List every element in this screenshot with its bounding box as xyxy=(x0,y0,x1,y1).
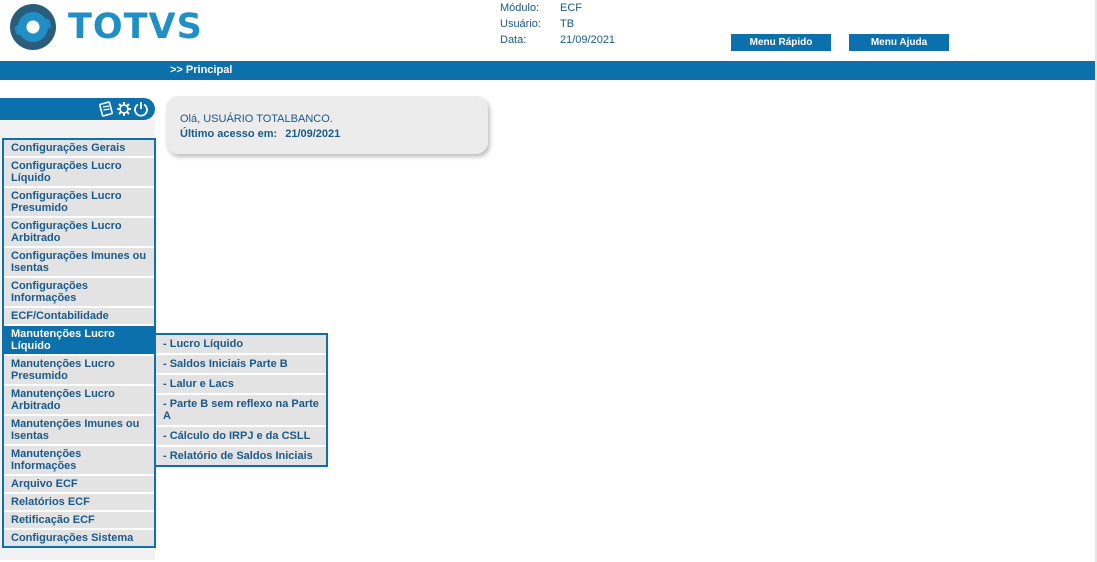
session-info: Módulo: ECF Usuário: TB Data: 21/09/2021 xyxy=(500,0,615,48)
sidebar-item-configuracoes-sistema[interactable]: Configurações Sistema xyxy=(4,530,154,546)
totvs-logo: TOTVS xyxy=(10,4,203,50)
modulo-label: Módulo: xyxy=(500,2,540,14)
last-access-label: Último acesso em: xyxy=(180,128,278,140)
gear-icon[interactable] xyxy=(116,101,131,117)
usuario-value: TB xyxy=(560,18,575,30)
sidebar-item-configuracoes-lucro-liquido[interactable]: Configurações Lucro Líquido xyxy=(4,158,154,188)
sidebar-item-configuracoes-imunes-isentas[interactable]: Configurações Imunes ou Isentas xyxy=(4,248,154,278)
notes-icon[interactable] xyxy=(99,101,113,117)
data-value: 21/09/2021 xyxy=(560,34,616,46)
sidebar-item-manutencoes-imunes-isentas[interactable]: Manutenções Imunes ou Isentas xyxy=(4,416,154,446)
sidebar-item-configuracoes-lucro-arbitrado[interactable]: Configurações Lucro Arbitrado xyxy=(4,218,154,248)
sidebar-item-configuracoes-lucro-presumido[interactable]: Configurações Lucro Presumido xyxy=(4,188,154,218)
totvs-logo-icon xyxy=(10,4,56,50)
sidebar-menu: Configurações Gerais Configurações Lucro… xyxy=(2,138,156,548)
submenu-item-relatorio-saldos-iniciais[interactable]: - Relatório de Saldos Iniciais xyxy=(156,447,326,465)
power-icon[interactable] xyxy=(133,101,148,117)
breadcrumb[interactable]: >> Principal xyxy=(170,61,232,80)
menu-rapido-button[interactable]: Menu Rápido xyxy=(731,34,831,51)
sidebar-item-manutencoes-lucro-arbitrado[interactable]: Manutenções Lucro Arbitrado xyxy=(4,386,154,416)
sidebar-item-manutencoes-lucro-presumido[interactable]: Manutenções Lucro Presumido xyxy=(4,356,154,386)
welcome-card: Olá, USUÁRIO TOTALBANCO. Último acesso e… xyxy=(166,96,488,154)
sidebar-item-retificacao-ecf[interactable]: Retificação ECF xyxy=(4,512,154,530)
modulo-value: ECF xyxy=(560,2,582,14)
sidebar-item-arquivo-ecf[interactable]: Arquivo ECF xyxy=(4,476,154,494)
submenu-item-parte-b-sem-reflexo[interactable]: - Parte B sem reflexo na Parte A xyxy=(156,395,326,427)
submenu-manutencoes-lucro-liquido: - Lucro Líquido - Saldos Iniciais Parte … xyxy=(154,333,328,467)
sidebar-item-relatorios-ecf[interactable]: Relatórios ECF xyxy=(4,494,154,512)
menu-ajuda-button[interactable]: Menu Ajuda xyxy=(849,34,949,51)
sidebar-item-configuracoes-gerais[interactable]: Configurações Gerais xyxy=(4,140,154,158)
welcome-greeting: Olá, USUÁRIO TOTALBANCO. xyxy=(180,113,333,125)
sidebar-header xyxy=(0,98,155,120)
submenu-item-calculo-irpj-csll[interactable]: - Cálculo do IRPJ e da CSLL xyxy=(156,427,326,447)
data-label: Data: xyxy=(500,34,527,46)
sidebar-item-configuracoes-informacoes[interactable]: Configurações Informações xyxy=(4,278,154,308)
nav-bar: >> Principal xyxy=(0,61,1097,80)
sidebar-item-manutencoes-lucro-liquido[interactable]: Manutenções Lucro Líquido xyxy=(4,326,154,356)
usuario-label: Usuário: xyxy=(500,18,541,30)
submenu-item-saldos-iniciais-parte-b[interactable]: - Saldos Iniciais Parte B xyxy=(156,355,326,375)
last-access-value: 21/09/2021 xyxy=(285,128,341,140)
sidebar-item-manutencoes-informacoes[interactable]: Manutenções Informações xyxy=(4,446,154,476)
submenu-item-lalur-lacs[interactable]: - Lalur e Lacs xyxy=(156,375,326,395)
sidebar-item-ecf-contabilidade[interactable]: ECF/Contabilidade xyxy=(4,308,154,326)
logo-text: TOTVS xyxy=(68,7,203,47)
submenu-item-lucro-liquido[interactable]: - Lucro Líquido xyxy=(156,335,326,355)
last-access: Último acesso em: 21/09/2021 xyxy=(180,128,340,140)
